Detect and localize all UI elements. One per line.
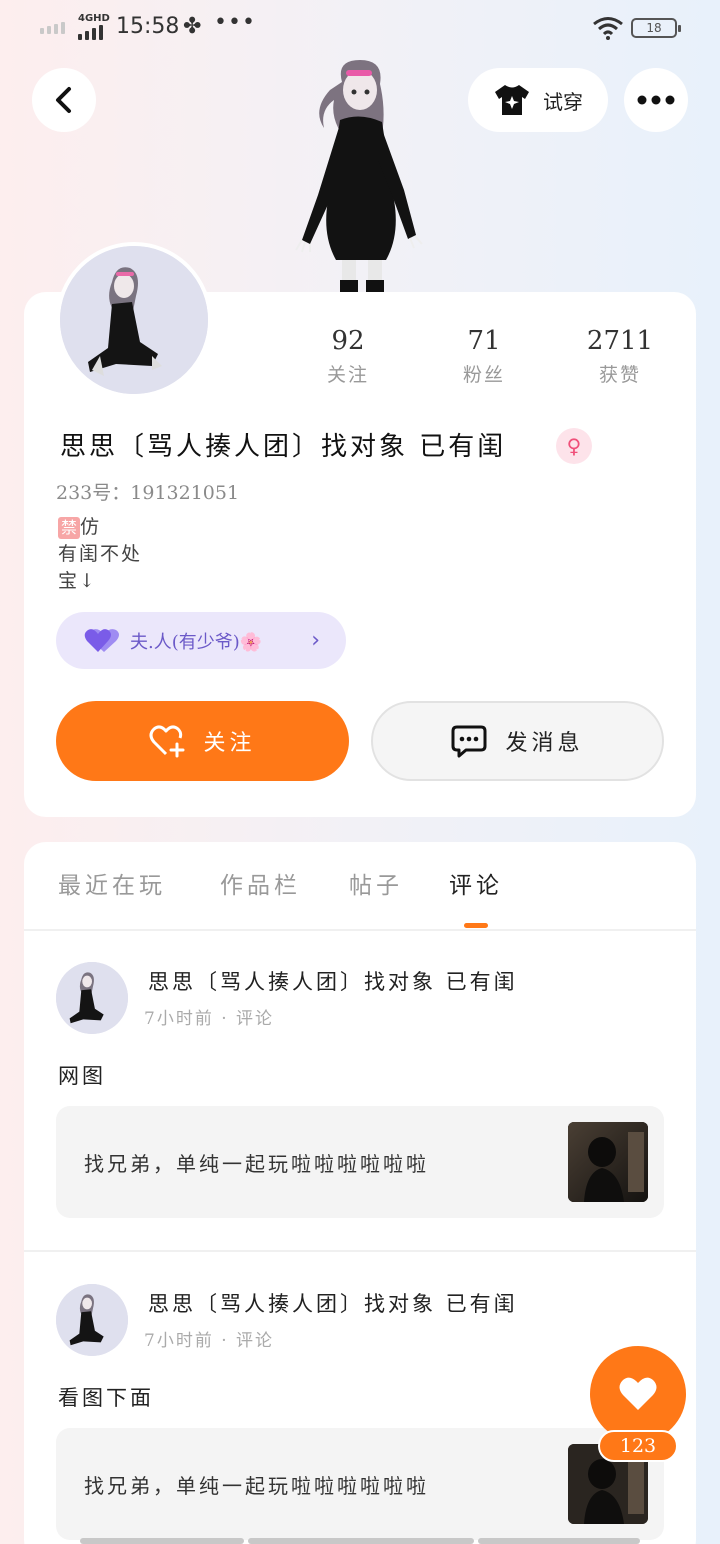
send-message-label: 发消息	[505, 731, 584, 756]
signal-2-icon: 4GHD	[78, 14, 110, 40]
status-bar: 4GHD 15:58 ✤ ••• 18	[0, 0, 720, 56]
comment-time: 7小时前	[144, 1009, 214, 1029]
bio-line-1: 禁仿	[58, 514, 142, 541]
relationship-label: 夫.人(有少爷)🌸	[130, 631, 263, 653]
tab-posts[interactable]: 帖子	[349, 866, 403, 900]
comment-text: 看图下面	[58, 1386, 154, 1410]
signal-1-icon	[40, 22, 65, 34]
try-on-button[interactable]: 试穿	[468, 68, 608, 132]
bio-line-2: 有闺不处	[58, 543, 143, 565]
stat-label: 粉丝	[462, 364, 505, 386]
tab-comments[interactable]: 评论	[449, 866, 503, 900]
stat-followers[interactable]: 71 粉丝	[424, 326, 544, 387]
comment-avatar[interactable]	[56, 962, 128, 1034]
character-figure-image	[295, 60, 423, 292]
battery-indicator: 18	[631, 18, 681, 38]
comment-meta: 7小时前 · 评论	[144, 1004, 274, 1029]
ban-badge: 禁	[58, 517, 80, 539]
meta-separator: ·	[221, 1331, 237, 1351]
double-heart-icon	[84, 628, 119, 652]
chevron-right-icon: ›	[311, 628, 320, 653]
send-message-button[interactable]: 发消息	[371, 701, 664, 781]
stat-likes[interactable]: 2711 获赞	[560, 326, 680, 387]
relationship-badge[interactable]: 夫.人(有少爷)🌸 ›	[56, 612, 346, 669]
back-button[interactable]	[32, 68, 96, 132]
comment-divider	[24, 1250, 696, 1252]
user-id: 233号：191321051	[56, 482, 240, 504]
nickname: 思思〔骂人揍人团〕找对象 已有闺	[60, 432, 507, 462]
comment-time: 7小时前	[144, 1331, 214, 1351]
comment-type: 评论	[236, 1009, 275, 1029]
tshirt-icon	[495, 85, 529, 115]
tab-recently-played[interactable]: 最近在玩	[58, 866, 166, 900]
tab-works[interactable]: 作品栏	[220, 866, 301, 900]
comment-author[interactable]: 思思〔骂人揍人团〕找对象 已有闺	[148, 1288, 518, 1318]
female-gender-icon: ♀	[556, 428, 592, 464]
stat-label: 获赞	[598, 364, 641, 386]
active-tab-indicator	[464, 923, 488, 928]
avatar[interactable]	[56, 242, 212, 398]
chevron-left-icon	[56, 87, 71, 113]
follow-button[interactable]: 关注	[56, 701, 349, 781]
avatar-image	[56, 962, 128, 1034]
comment-author[interactable]: 思思〔骂人揍人团〕找对象 已有闺	[148, 966, 518, 996]
wifi-icon	[593, 17, 623, 40]
bio-text: 仿	[80, 516, 102, 538]
like-button[interactable]	[590, 1346, 686, 1442]
thumbnail-image	[568, 1122, 648, 1202]
follow-label: 关注	[203, 731, 256, 756]
bottom-scroll-indicator	[248, 1538, 474, 1544]
chat-bubble-icon	[451, 725, 487, 758]
meta-separator: ·	[221, 1009, 237, 1029]
bottom-scroll-indicator	[478, 1538, 640, 1544]
comment-avatar[interactable]	[56, 1284, 128, 1356]
stat-value: 71	[467, 326, 501, 356]
fan-icon: ✤	[183, 14, 202, 39]
bio-line-3: 宝↓	[58, 570, 97, 592]
stat-following[interactable]: 92 关注	[288, 326, 408, 387]
status-more: •••	[214, 10, 256, 35]
network-type: 4GHD	[78, 13, 110, 24]
heart-plus-icon	[149, 725, 185, 758]
stat-value: 2711	[586, 326, 654, 356]
stat-label: 关注	[326, 364, 369, 386]
comment-type: 评论	[236, 1331, 275, 1351]
status-time: 15:58	[116, 14, 180, 39]
comment-text: 网图	[58, 1064, 106, 1088]
quoted-post-text: 找兄弟，单纯一起玩啦啦啦啦啦啦	[84, 1474, 429, 1498]
more-dots-icon	[637, 95, 675, 105]
stat-value: 92	[331, 326, 365, 356]
avatar-image	[60, 246, 208, 394]
quoted-post-text: 找兄弟，单纯一起玩啦啦啦啦啦啦	[84, 1152, 429, 1176]
bio: 禁仿 有闺不处 宝↓	[58, 514, 142, 595]
tabs-divider	[24, 929, 696, 931]
bottom-scroll-indicator	[80, 1538, 244, 1544]
avatar-image	[56, 1284, 128, 1356]
try-on-label: 试穿	[543, 89, 583, 114]
comment-meta: 7小时前 · 评论	[144, 1326, 274, 1351]
like-count: 123	[598, 1430, 678, 1462]
quoted-post-thumbnail[interactable]	[568, 1122, 648, 1202]
heart-icon	[619, 1377, 657, 1410]
more-button[interactable]	[624, 68, 688, 132]
